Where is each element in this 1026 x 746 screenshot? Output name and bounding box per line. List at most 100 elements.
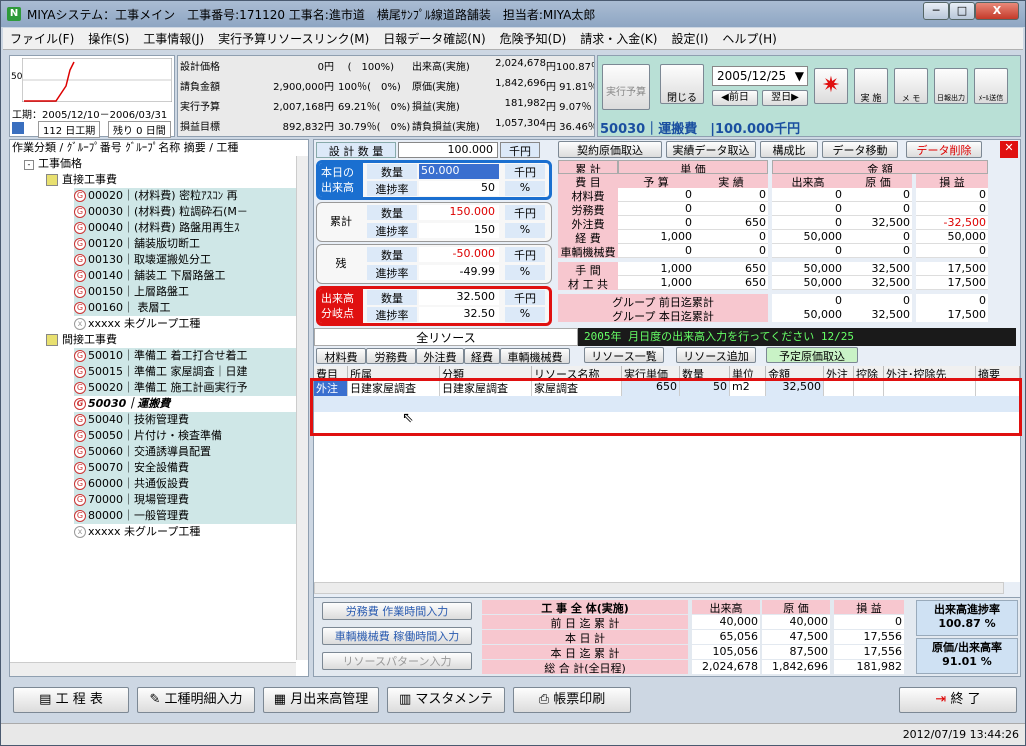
tree-root[interactable]: - 工事価格 (24, 156, 82, 172)
cost-cell: 0 (772, 244, 844, 258)
tree-group-indirect[interactable]: 間接工事費 (46, 332, 117, 348)
summary-panel: 設計価格0円( 100%)出来高(実施)2,024,678円100.87％ 請負… (177, 55, 595, 137)
budget-button[interactable]: 実行予算 (602, 64, 650, 110)
tree-ungroup-2[interactable]: x xxxxx 未グループ工種 (74, 524, 200, 540)
date-select[interactable]: 2005/12/25 ▼ (712, 66, 808, 86)
close-window-button[interactable]: X (975, 2, 1019, 20)
tab-labor[interactable]: 労務費 (366, 348, 416, 364)
menu-project-info[interactable]: 工事情報(J) (136, 30, 211, 47)
tree-vscrollbar[interactable] (296, 156, 308, 660)
work-detail-button[interactable]: ✎ 工種明細入力 (137, 687, 255, 713)
close-icon[interactable]: ✕ (1000, 141, 1018, 158)
tree-item[interactable]: G 80000｜一般管理費 (74, 508, 296, 524)
planned-cost-import-button[interactable]: 予定原価取込 (766, 347, 858, 363)
tree-item[interactable]: G 00030｜(材料費) 粒調砕石(M－ (74, 204, 296, 220)
menu-hazard[interactable]: 危険予知(D) (493, 30, 574, 47)
tree-item[interactable]: G 50040｜技術管理費 (74, 412, 296, 428)
memo-button[interactable]: メ モ (894, 68, 928, 104)
minimize-button[interactable]: ─ (923, 2, 949, 20)
prev-day-button[interactable]: ◀前日 (712, 90, 758, 106)
tree-item[interactable]: G 50060｜交通誘導員配置 (74, 444, 296, 460)
menu-help[interactable]: ヘルプ(H) (715, 30, 783, 47)
tree-item[interactable]: G 00140｜舗装工 下層路盤工 (74, 268, 296, 284)
mouse-cursor-icon: ⇖ (402, 410, 414, 426)
summary-row: 設計価格0円( 100%)出来高(実施)2,024,678円100.87％ (180, 58, 594, 73)
resource-pattern-button[interactable]: リソースパターン入力 (322, 652, 472, 670)
cumulative-rate-unit: % (505, 223, 545, 238)
tree-item[interactable]: G 50010｜準備工 着工打合せ着工 (74, 348, 296, 364)
actual-data-import-button[interactable]: 実績データ取込 (666, 141, 756, 158)
overall-col-output: 出来高 (692, 600, 760, 614)
menu-budget-link[interactable]: 実行予算リソースリンク(M) (211, 30, 376, 47)
tree-item[interactable]: G 00150｜上層路盤工 (74, 284, 296, 300)
vehicle-time-button[interactable]: 車輌機械費 稼働時間入力 (322, 627, 472, 645)
next-day-button[interactable]: 翌日▶ (762, 90, 808, 106)
today-rate-input[interactable]: 50 (419, 181, 499, 196)
menu-file[interactable]: ファイル(F) (3, 30, 81, 47)
master-maintenance-button[interactable]: ▥ マスタメンテ (387, 687, 505, 713)
tree-item[interactable]: G 50015｜準備工 家屋調査｜日建 (74, 364, 296, 380)
tree-group-direct[interactable]: 直接工事費 (46, 172, 117, 188)
cost-col-budget: 予 算 (618, 174, 694, 188)
cumulative-qty-label: 数量 (367, 205, 417, 220)
cost-cell: 0 (844, 188, 912, 202)
tree-item[interactable]: G 00040｜(材料費) 路盤用再生ｽ (74, 220, 296, 236)
design-qty-value[interactable]: 100.000 (398, 142, 498, 158)
flash-icon[interactable]: ✷ (814, 68, 848, 104)
resource-hscrollbar[interactable] (314, 582, 1004, 594)
data-move-button[interactable]: データ移動 (822, 141, 898, 158)
cumulative-rate-value: 150 (419, 223, 499, 238)
labor-time-button[interactable]: 労務費 作業時間入力 (322, 602, 472, 620)
close-project-button[interactable]: 閉じる (660, 64, 704, 104)
output-rate-box: 出来高進捗率 100.87 % (916, 600, 1018, 636)
tree-item[interactable]: G 70000｜現場管理費 (74, 492, 296, 508)
tree-hscrollbar[interactable] (10, 662, 296, 676)
resource-list-button[interactable]: リソース一覧 (584, 347, 664, 363)
composition-button[interactable]: 構成比 (760, 141, 818, 158)
g-icon: G (74, 494, 86, 506)
tree-header: 作業分類 / ｸﾞﾙｰﾌﾟ番号 ｸﾞﾙｰﾌﾟ名称 摘要 / 工種 (12, 141, 239, 154)
tree-item-selected[interactable]: G 50030｜運搬費 (74, 396, 170, 412)
tab-all-resources[interactable]: 全リソース (314, 328, 578, 346)
data-delete-button[interactable]: データ削除 (906, 141, 982, 158)
tree-item-label: 50060｜交通誘導員配置 (88, 445, 211, 458)
cost-col-cost: 原 価 (844, 174, 912, 188)
monthly-output-button[interactable]: ▦ 月出来高管理 (263, 687, 379, 713)
menu-billing[interactable]: 請求・入金(K) (573, 30, 664, 47)
cost-cell: 32,500 (844, 216, 912, 230)
tree-item-label: 00040｜(材料費) 路盤用再生ｽ (88, 221, 240, 234)
tree-ungroup-1[interactable]: x xxxxx 未グループ工種 (74, 316, 200, 332)
menu-daily-report[interactable]: 日報データ確認(N) (376, 30, 492, 47)
tree-item[interactable]: G 50050｜片付け・検査準備 (74, 428, 296, 444)
resource-add-button[interactable]: リソース追加 (676, 347, 756, 363)
tree-item[interactable]: G 60000｜共通仮設費 (74, 476, 296, 492)
contract-cost-import-button[interactable]: 契約原価取込 (558, 141, 662, 158)
schedule-button[interactable]: ▤ 工 程 表 (13, 687, 129, 713)
overall-row-label: 総 合 計(全日程) (482, 660, 688, 674)
exit-button[interactable]: ⇥ 終 了 (899, 687, 1017, 713)
daily-output-button[interactable]: 日報出力 (934, 68, 968, 104)
overall-cell: 2,024,678 (692, 660, 760, 674)
project-days: 112 日工期 (38, 121, 101, 138)
tab-material[interactable]: 材料費 (316, 348, 366, 364)
cost-cell: 17,500 (916, 276, 988, 290)
execute-button[interactable]: 実 施 (854, 68, 888, 104)
today-qty-input[interactable]: 50.000 (419, 164, 499, 179)
tab-expense[interactable]: 経費 (464, 348, 500, 364)
tab-outsource[interactable]: 外注費 (416, 348, 464, 364)
tab-vehicle[interactable]: 車輌機械費 (500, 348, 570, 364)
tree-item[interactable]: G 50070｜安全設備費 (74, 460, 296, 476)
tree-item[interactable]: G 00120｜舗装版切断工 (74, 236, 296, 252)
tree-item[interactable]: G 00130｜取壊運搬処分工 (74, 252, 296, 268)
report-print-button[interactable]: ⎙ 帳票印刷 (513, 687, 631, 713)
cost-cell: 経 費 (558, 230, 618, 244)
mail-send-button[interactable]: ﾒｰﾙ送信 (974, 68, 1008, 104)
tree-item[interactable]: G 00020｜(材料費) 密粒ｱｽｺﾝ 再 (74, 188, 296, 204)
maximize-button[interactable]: □ (949, 2, 975, 20)
tree-item[interactable]: G 50020｜準備工 施工計画実行予 (74, 380, 296, 396)
menu-settings[interactable]: 設定(I) (664, 30, 715, 47)
cost-cell: 50,000 (772, 230, 844, 244)
group-today-cost: 32,500 (844, 308, 912, 322)
menu-operation[interactable]: 操作(S) (81, 30, 136, 47)
tree-item[interactable]: G 00160｜ 表層工 (74, 300, 296, 316)
